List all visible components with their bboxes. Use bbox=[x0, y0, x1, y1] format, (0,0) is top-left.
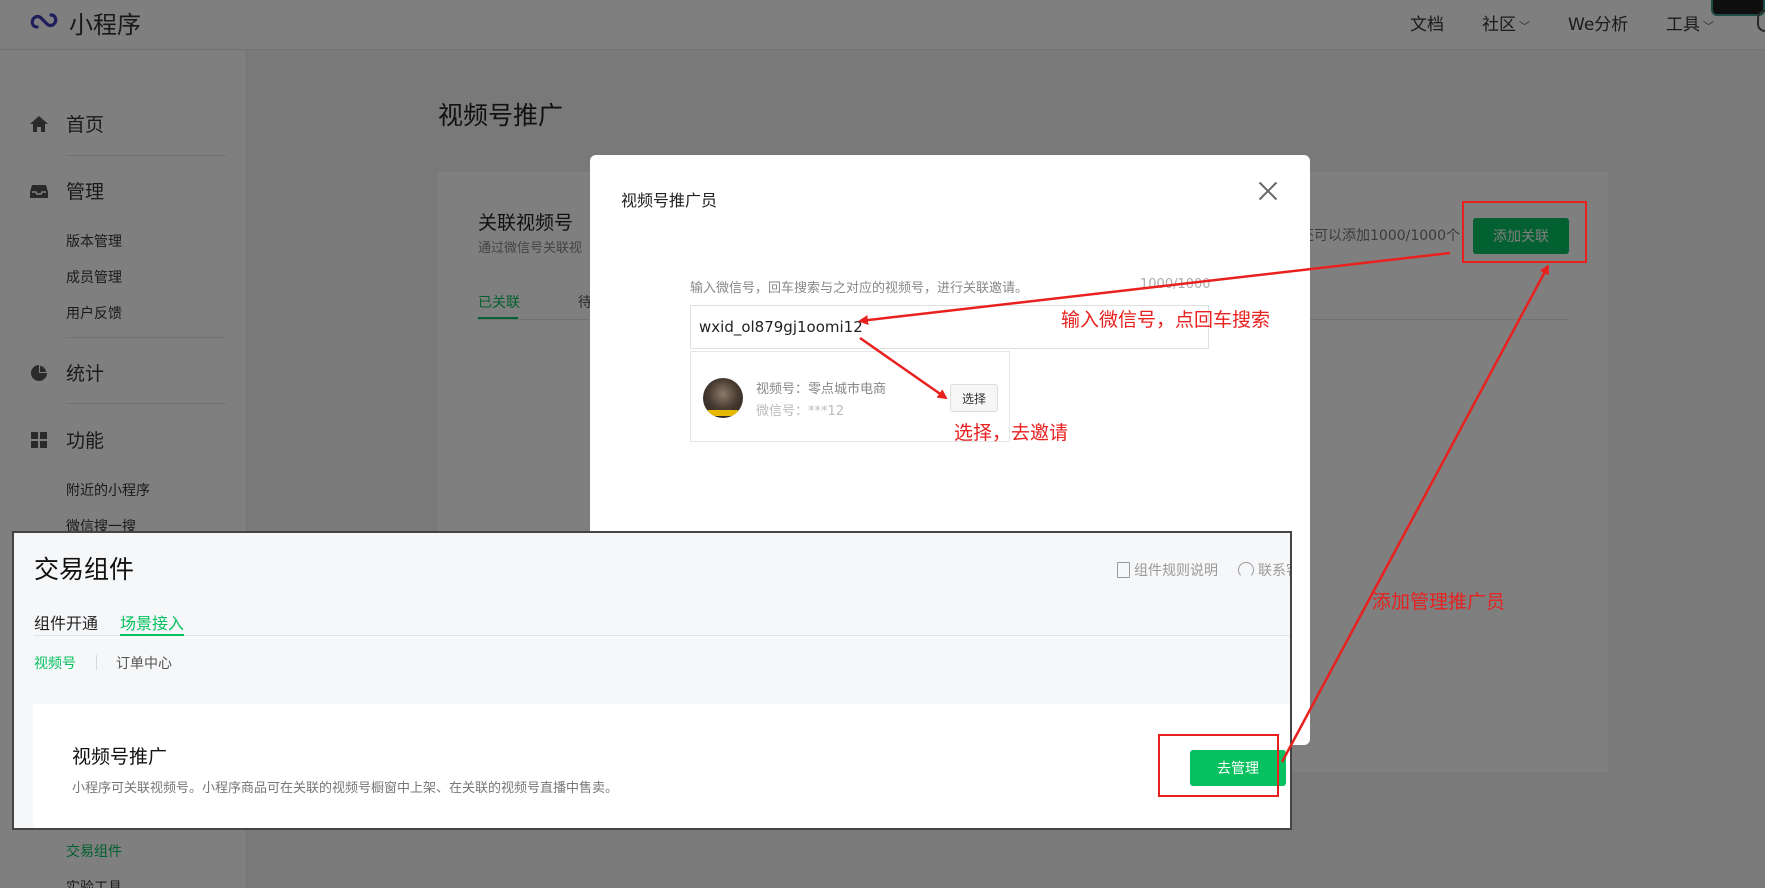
avatar bbox=[703, 378, 743, 418]
subtab-order-center[interactable]: 订单中心 bbox=[116, 653, 172, 673]
divider bbox=[96, 655, 97, 670]
annotation-add-promoter: 添加管理推广员 bbox=[1372, 591, 1506, 613]
highlight-add-link bbox=[1462, 201, 1587, 263]
document-icon bbox=[1117, 562, 1130, 578]
promo-desc: 小程序可关联视频号。小程序商品可在关联的视频号橱窗中上架、在关联的视频号直播中售… bbox=[72, 781, 619, 796]
tab-component-open[interactable]: 组件开通 bbox=[34, 610, 98, 634]
dialog-count: 1000/1000 bbox=[1140, 277, 1211, 292]
promo-card: 视频号推广 小程序可关联视频号。小程序商品可在关联的视频号橱窗中上架、在关联的视… bbox=[33, 704, 1290, 828]
tab-active-indicator bbox=[120, 634, 184, 636]
highlight-manage bbox=[1158, 734, 1279, 797]
contact-link-label: 联系客服 bbox=[1258, 563, 1290, 579]
rule-link-label: 组件规则说明 bbox=[1134, 563, 1218, 579]
close-icon[interactable] bbox=[1256, 179, 1280, 203]
result-channel-name: 视频号：零点城市电商 bbox=[756, 382, 887, 397]
rule-link[interactable]: 组件规则说明 bbox=[1117, 560, 1218, 580]
promo-title: 视频号推广 bbox=[72, 746, 168, 768]
tab-divider bbox=[34, 635, 1290, 636]
select-button[interactable]: 选择 bbox=[950, 384, 998, 412]
dialog-hint: 输入微信号，回车搜索与之对应的视频号，进行关联邀请。 bbox=[690, 281, 1029, 296]
annotation-select: 选择，去邀请 bbox=[954, 422, 1069, 444]
headset-icon bbox=[1238, 562, 1254, 578]
trade-title: 交易组件 bbox=[34, 555, 135, 584]
trade-component-panel: 交易组件 组件规则说明 联系客服 组件开通 场景接入 视频号 订单中心 视频号推… bbox=[12, 531, 1292, 830]
subtab-channels[interactable]: 视频号 bbox=[34, 653, 76, 673]
tab-scene-access[interactable]: 场景接入 bbox=[120, 610, 184, 634]
annotation-search: 输入微信号，点回车搜索 bbox=[1061, 309, 1271, 331]
result-wechat-id: 微信号：***12 bbox=[756, 404, 845, 419]
dialog-title: 视频号推广员 bbox=[621, 191, 718, 210]
contact-link[interactable]: 联系客服 bbox=[1238, 560, 1290, 580]
